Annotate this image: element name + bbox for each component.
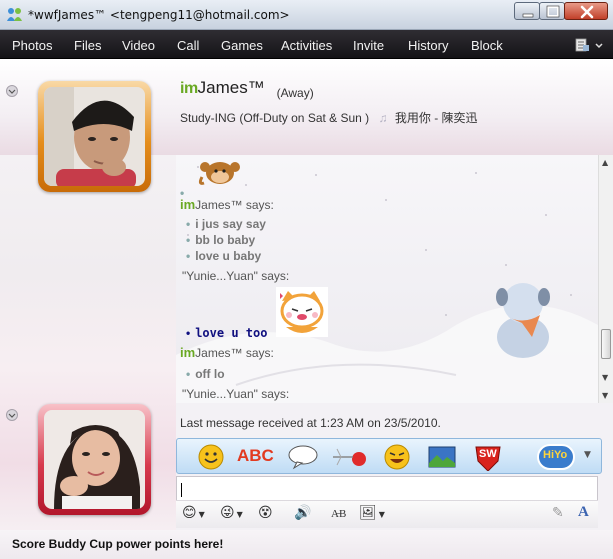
contact-name: James™ [197, 78, 265, 97]
contact-status: (Away) [276, 86, 314, 100]
now-playing[interactable]: 我用你 - 陳奕迅 [395, 111, 478, 125]
conversation-pane: • imJames™ says: • i jus say say • bb lo b… [176, 155, 598, 403]
chat-speaker-line: "Yunie...Yuan" says: [182, 269, 289, 283]
font-style-icon[interactable]: A [578, 504, 589, 521]
menu-activities[interactable]: Activities [281, 38, 332, 53]
maximize-button[interactable] [539, 2, 565, 20]
title-bar: *wwfJames™ <tengpeng11@hotmail.com> [0, 0, 613, 30]
background-button[interactable]: 🖼 ▼ [359, 505, 385, 521]
emoticon-button[interactable]: 😊 ▼ [182, 505, 205, 521]
menu-files[interactable]: Files [74, 38, 101, 53]
font-button[interactable]: A̶B [331, 508, 346, 520]
chat-speaker-line: imJames™ says: [180, 197, 274, 212]
speaker-name: James™ says: [195, 198, 274, 212]
chat-message: • love u too [186, 326, 268, 340]
speaker-name: "Yunie...Yuan" says: [182, 387, 290, 401]
pencil-icon[interactable]: ✎ [552, 505, 564, 521]
menu-history[interactable]: History [408, 38, 448, 53]
personal-message-text: Study-ING (Off-Duty on Sat & Sun ) [180, 111, 370, 125]
voice-clip-button[interactable]: 🔊 [294, 505, 311, 521]
chat-speaker-line: "Yunie...Yuan" says: [182, 387, 289, 401]
minimize-button[interactable] [514, 2, 540, 20]
kiss-wink-icon[interactable] [329, 443, 369, 471]
monkey-emoticon [198, 162, 240, 185]
hiyo-wink-label: HiYo [543, 449, 568, 461]
message-text: i jus say say [195, 217, 266, 231]
my-photo [44, 410, 145, 509]
menu-bar: Photos Files Video Call Games Activities… [0, 30, 613, 59]
im-logo-small: im [180, 345, 196, 360]
collapse-top-icon[interactable] [6, 85, 18, 97]
collapse-bottom-icon[interactable] [6, 409, 18, 421]
speaker-name: "Yunie...Yuan" says: [182, 269, 290, 283]
chat-message: • i jus say say [186, 217, 266, 231]
menu-photos[interactable]: Photos [12, 38, 52, 53]
abc-wink-icon[interactable]: ABC [237, 446, 274, 466]
more-winks-chevron-icon[interactable]: ▼ [584, 450, 591, 460]
winks-toolbar: ABC SW HiYo ▼ [176, 438, 602, 474]
sw-wink-label: SW [479, 448, 497, 460]
menu-block[interactable]: Block [471, 38, 503, 53]
message-text: bb lo baby [195, 233, 256, 247]
im-logo: im [180, 80, 198, 97]
smiley-wink-icon[interactable] [197, 443, 225, 471]
chat-message: • bb lo baby [186, 233, 256, 247]
contact-photo [44, 87, 145, 186]
nudge-button[interactable]: 😵 [258, 505, 273, 521]
contact-name-block: imJames™ (Away) [180, 78, 314, 100]
messenger-icon [7, 8, 22, 21]
message-text: love u baby [195, 249, 262, 263]
contact-display-picture[interactable] [38, 81, 151, 192]
buddy-cup-link[interactable]: Score Buddy Cup power points here! [12, 537, 223, 551]
scroll-thumb[interactable] [601, 329, 611, 359]
speaker-name: James™ says: [195, 346, 274, 360]
personal-message: Study-ING (Off-Duty on Sat & Sun ) ♫ 我用你… [180, 109, 478, 126]
menu-invite[interactable]: Invite [353, 38, 384, 53]
text-caret [181, 483, 182, 497]
picture-wink-icon[interactable] [427, 443, 457, 471]
snowman-scene-icon [496, 283, 550, 358]
formatting-toolbar: 😊 ▼ 😜 ▼ 😵 🔊 A̶B 🖼 ▼ ✎ A [176, 500, 598, 528]
conversation-scrollbar[interactable]: ▲ ▼ ▼ [598, 155, 613, 403]
window-title: *wwfJames™ <tengpeng11@hotmail.com> [28, 8, 290, 22]
message-text: off lo [195, 367, 225, 381]
message-text: love u too [195, 326, 268, 340]
chat-speaker-line: imJames™ says: [180, 345, 274, 360]
cat-emoticon [276, 287, 328, 337]
menu-games[interactable]: Games [221, 38, 263, 53]
messenger-window: *wwfJames™ <tengpeng11@hotmail.com> Phot… [0, 0, 613, 559]
scroll-down-icon[interactable]: ▼ [602, 373, 608, 382]
speech-bubble-wink-icon[interactable] [287, 443, 319, 471]
wink-button[interactable]: 😜 ▼ [220, 505, 243, 521]
close-button[interactable] [564, 2, 608, 20]
scroll-end-icon[interactable]: ▼ [602, 391, 608, 400]
menu-call[interactable]: Call [177, 38, 199, 53]
im-logo-small: im [180, 197, 196, 212]
show-menu-icon[interactable] [572, 34, 606, 56]
menu-video[interactable]: Video [122, 38, 155, 53]
chat-message: • off lo [186, 367, 225, 381]
music-note-icon: ♫ [378, 111, 388, 125]
scroll-up-icon[interactable]: ▲ [602, 158, 608, 167]
last-message-status: Last message received at 1:23 AM on 23/5… [180, 416, 441, 430]
chat-message: • love u baby [186, 249, 262, 263]
laughing-wink-icon[interactable] [382, 443, 412, 471]
my-display-picture[interactable] [38, 404, 151, 515]
